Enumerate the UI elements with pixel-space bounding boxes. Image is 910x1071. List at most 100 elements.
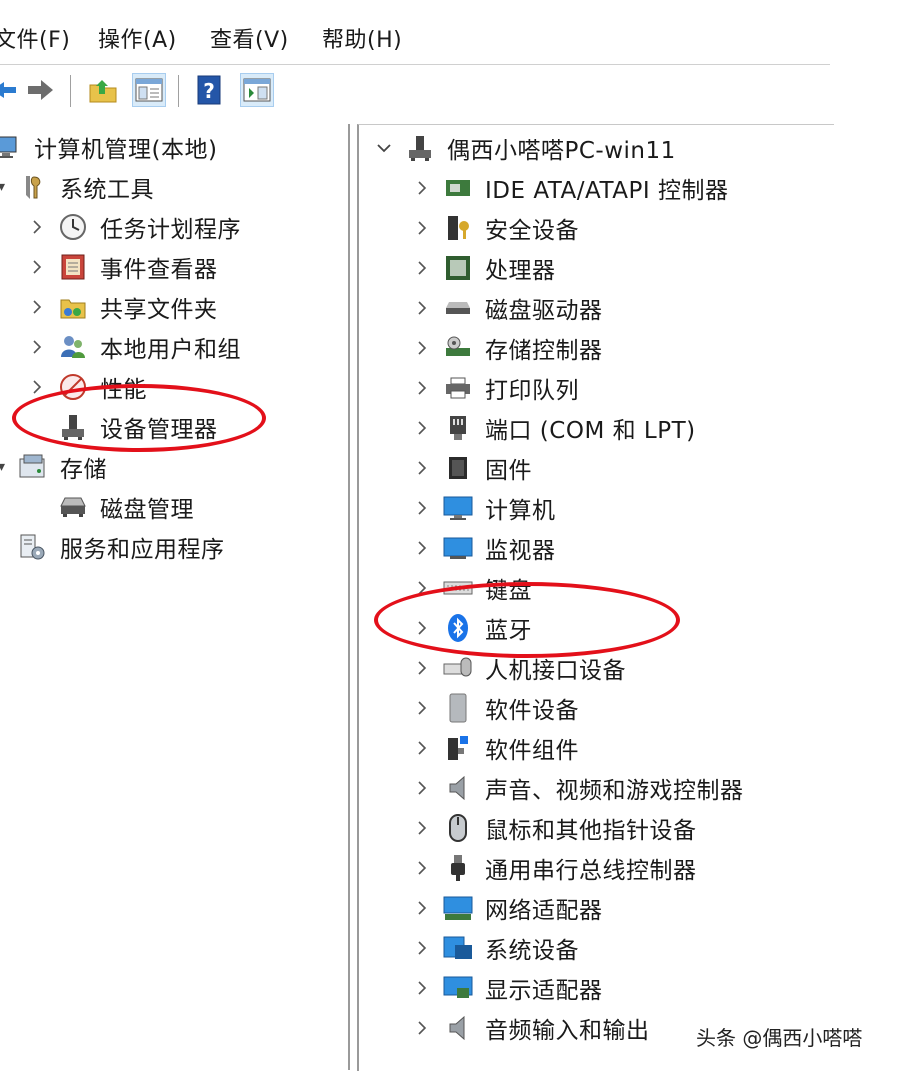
tree-node-label: 设备管理器	[100, 417, 218, 443]
tree-node-label: 存储	[60, 457, 107, 483]
chevron-right-icon[interactable]	[411, 337, 433, 359]
chevron-right-icon[interactable]	[26, 216, 48, 238]
chevron-right-icon[interactable]	[411, 217, 433, 239]
clock-icon	[58, 212, 88, 242]
chevron-right-icon[interactable]	[411, 897, 433, 919]
device-category-label: 声音、视频和游戏控制器	[485, 778, 744, 804]
chevron-right-icon[interactable]	[411, 777, 433, 799]
device-category-sound[interactable]: 声音、视频和游戏控制器	[411, 769, 744, 807]
chevron-right-icon[interactable]	[411, 977, 433, 999]
expanded-caret-icon: ▾	[0, 179, 6, 195]
tree-node-shared-folders[interactable]: 共享文件夹	[26, 288, 218, 326]
chevron-right-icon[interactable]	[411, 857, 433, 879]
device-category-firmware[interactable]: 固件	[411, 449, 532, 487]
speaker-icon	[443, 773, 473, 803]
device-category-system-devices[interactable]: 系统设备	[411, 929, 579, 967]
device-category-keyboards[interactable]: 键盘	[411, 569, 532, 607]
device-category-label: 打印队列	[485, 378, 579, 404]
chevron-right-icon[interactable]	[26, 296, 48, 318]
device-category-monitors[interactable]: 监视器	[411, 529, 556, 567]
expanded-caret-icon: ▾	[0, 459, 6, 475]
device-category-software-components[interactable]: 软件组件	[411, 729, 579, 767]
tree-node-label: 性能	[100, 377, 147, 403]
tree-node-services-apps[interactable]: 服务和应用程序	[18, 528, 225, 566]
menu-help[interactable]: 帮助(H)	[322, 26, 402, 56]
tree-node-label: 事件查看器	[100, 257, 218, 283]
action-pane-button[interactable]	[240, 73, 274, 107]
show-hide-tree-button[interactable]	[132, 73, 166, 107]
svg-text:?: ?	[203, 79, 215, 103]
tree-node-storage[interactable]: ▾ 存储	[0, 448, 107, 486]
hid-device-icon	[443, 653, 473, 683]
chevron-right-icon[interactable]	[26, 376, 48, 398]
device-category-hid[interactable]: 人机接口设备	[411, 649, 626, 687]
menu-bar: 文件(F) 操作(A) 查看(V) 帮助(H)	[0, 0, 910, 64]
chevron-right-icon[interactable]	[411, 697, 433, 719]
tree-node-local-users[interactable]: 本地用户和组	[26, 328, 241, 366]
tree-node-task-scheduler[interactable]: 任务计划程序	[26, 208, 241, 246]
tree-node-device-manager[interactable]: 设备管理器	[58, 408, 218, 446]
device-category-bluetooth[interactable]: 蓝牙	[411, 609, 532, 647]
device-category-print-queues[interactable]: 打印队列	[411, 369, 579, 407]
device-category-ports[interactable]: 端口 (COM 和 LPT)	[411, 409, 696, 447]
device-category-mice[interactable]: 鼠标和其他指针设备	[411, 809, 697, 847]
help-button[interactable]: ?	[192, 73, 226, 107]
device-category-label: 显示适配器	[485, 978, 603, 1004]
device-category-software-devices[interactable]: 软件设备	[411, 689, 579, 727]
tree-node-system-tools[interactable]: ▾ 系统工具	[0, 168, 154, 206]
tree-node-label: 共享文件夹	[100, 297, 218, 323]
device-category-network[interactable]: 网络适配器	[411, 889, 603, 927]
tree-node-disk-management[interactable]: 磁盘管理	[58, 488, 194, 526]
chevron-right-icon[interactable]	[411, 417, 433, 439]
chevron-right-icon[interactable]	[411, 297, 433, 319]
tree-node-performance[interactable]: 性能	[26, 368, 147, 406]
tree-node-label: 系统工具	[60, 177, 154, 203]
device-category-display-adapters[interactable]: 显示适配器	[411, 969, 603, 1007]
ide-controller-icon	[443, 173, 473, 203]
chevron-down-icon[interactable]	[373, 137, 395, 159]
chevron-right-icon[interactable]	[411, 257, 433, 279]
device-category-storage-controllers[interactable]: 存储控制器	[411, 329, 603, 367]
device-category-processor[interactable]: 处理器	[411, 249, 556, 287]
menu-file[interactable]: 文件(F)	[0, 26, 70, 56]
device-category-usb[interactable]: 通用串行总线控制器	[411, 849, 697, 887]
tree-node-event-viewer[interactable]: 事件查看器	[26, 248, 218, 286]
chevron-right-icon[interactable]	[411, 937, 433, 959]
back-button[interactable]	[0, 73, 20, 107]
device-category-security[interactable]: 安全设备	[411, 209, 579, 247]
chevron-right-icon[interactable]	[411, 737, 433, 759]
menu-view[interactable]: 查看(V)	[210, 26, 289, 56]
shared-folder-icon	[58, 292, 88, 322]
chevron-right-icon[interactable]	[411, 537, 433, 559]
chevron-right-icon[interactable]	[411, 617, 433, 639]
menu-action[interactable]: 操作(A)	[98, 26, 177, 56]
chevron-right-icon[interactable]	[26, 256, 48, 278]
chevron-right-icon[interactable]	[411, 817, 433, 839]
device-category-label: 安全设备	[485, 218, 579, 244]
device-category-label: 固件	[485, 458, 532, 484]
device-category-disk-drives[interactable]: 磁盘驱动器	[411, 289, 603, 327]
up-folder-button[interactable]	[86, 73, 120, 107]
chevron-right-icon[interactable]	[411, 457, 433, 479]
chevron-right-icon[interactable]	[411, 377, 433, 399]
processor-icon	[443, 253, 473, 283]
device-category-computer[interactable]: 计算机	[411, 489, 556, 527]
chevron-right-icon[interactable]	[26, 336, 48, 358]
device-category-label: 通用串行总线控制器	[485, 858, 697, 884]
device-root-node[interactable]: 偶西小嗒嗒PC-win11	[373, 129, 676, 167]
system-device-icon	[443, 933, 473, 963]
storage-controller-icon	[443, 333, 473, 363]
chevron-right-icon[interactable]	[411, 497, 433, 519]
tree-node-computer-management[interactable]: 计算机管理(本地)	[0, 128, 217, 166]
disk-icon	[58, 492, 88, 522]
forward-button[interactable]	[24, 73, 58, 107]
chevron-right-icon[interactable]	[411, 657, 433, 679]
chevron-right-icon[interactable]	[411, 577, 433, 599]
device-category-label: 键盘	[485, 578, 532, 604]
chevron-right-icon[interactable]	[411, 1017, 433, 1039]
device-category-ide[interactable]: IDE ATA/ATAPI 控制器	[411, 169, 728, 207]
device-category-audio-io[interactable]: 音频输入和输出	[411, 1009, 650, 1047]
device-category-label: 监视器	[485, 538, 556, 564]
chevron-right-icon[interactable]	[411, 177, 433, 199]
toolbar: ?	[0, 64, 830, 121]
